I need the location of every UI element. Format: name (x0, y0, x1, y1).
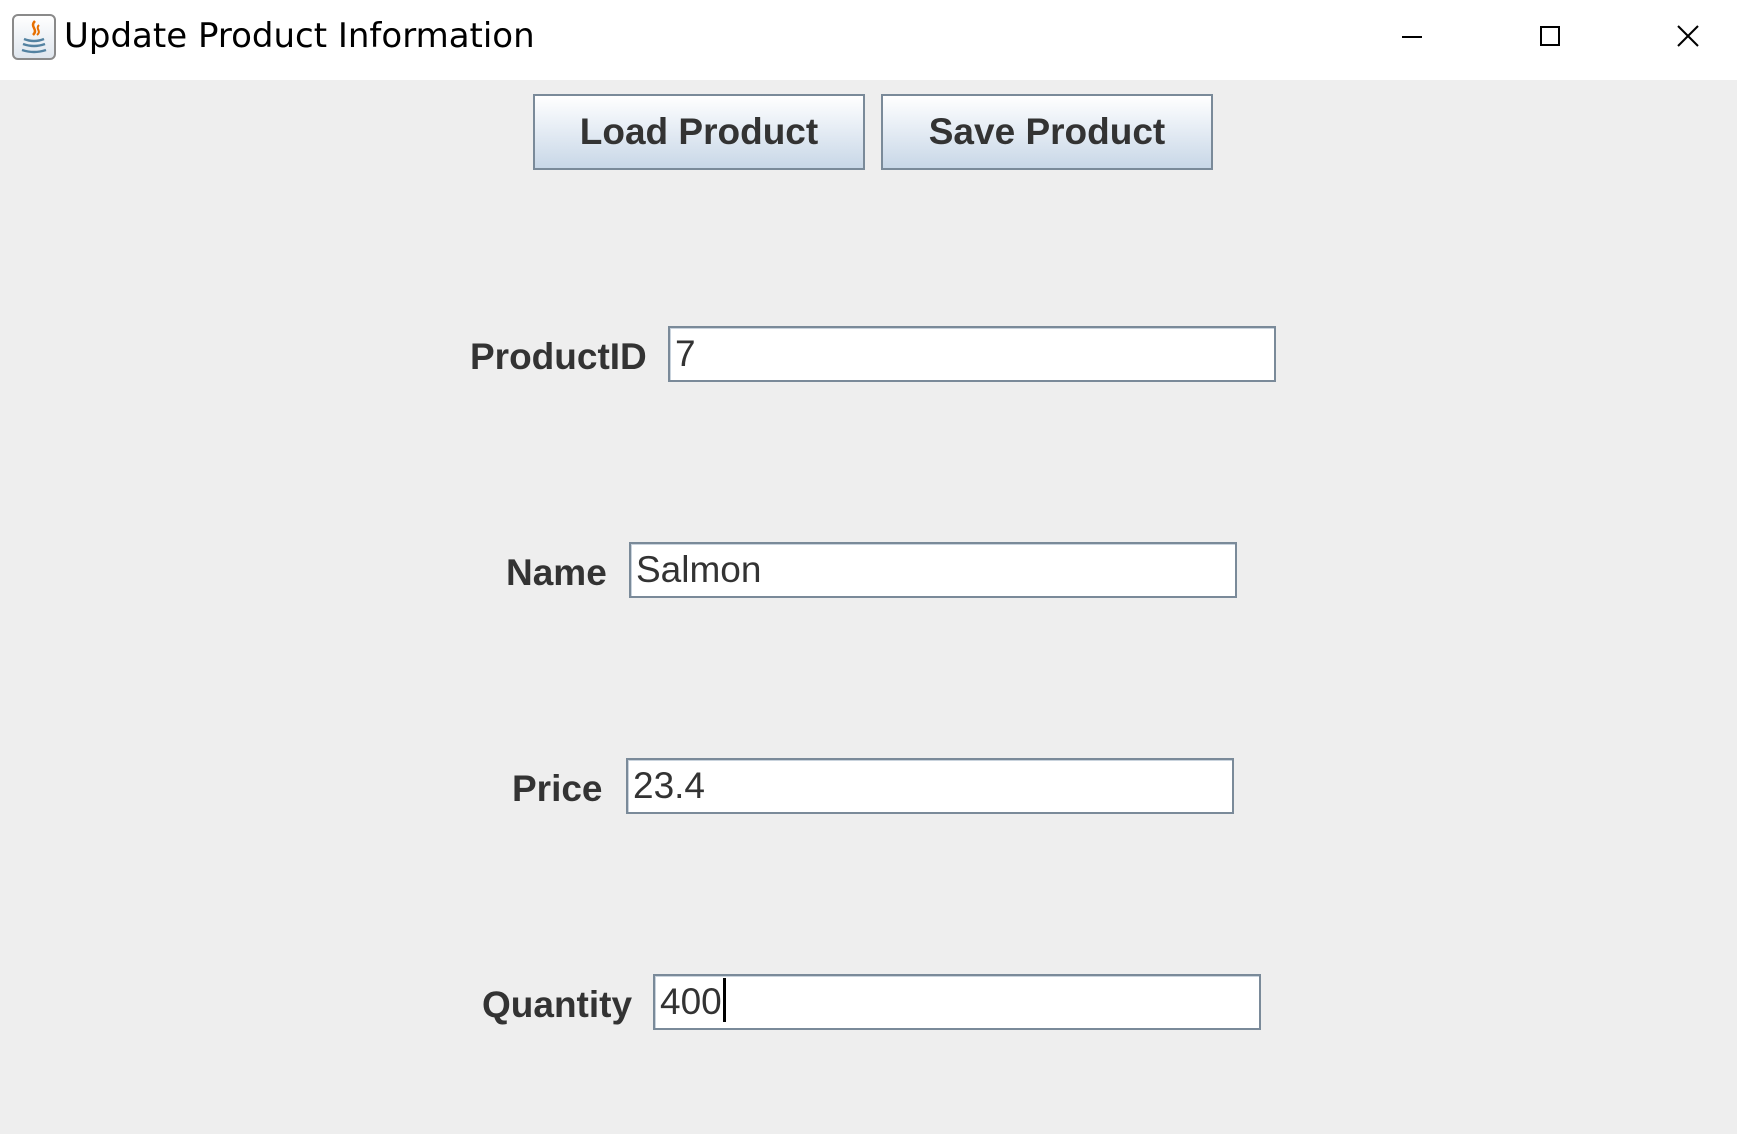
java-coffee-cup-icon[interactable] (12, 14, 56, 60)
text-caret (722, 978, 726, 1022)
load-product-button[interactable]: Load Product (533, 94, 865, 170)
app-window: Update Product Information Load Product … (0, 0, 1737, 1134)
window-title: Update Product Information (64, 16, 535, 56)
product-id-label: ProductID (470, 336, 647, 377)
quantity-field[interactable]: 400 (653, 974, 1261, 1030)
maximize-icon (1540, 26, 1560, 46)
quantity-label: Quantity (482, 984, 633, 1025)
save-product-button[interactable]: Save Product (881, 94, 1213, 170)
name-field[interactable]: Salmon (629, 542, 1237, 598)
name-label: Name (506, 552, 607, 593)
quantity-value: 400 (660, 981, 722, 1022)
minimize-button[interactable] (1343, 0, 1481, 74)
product-id-field[interactable]: 7 (668, 326, 1276, 382)
price-label: Price (512, 768, 603, 809)
close-button[interactable] (1619, 0, 1737, 74)
title-bar[interactable]: Update Product Information (0, 0, 1737, 80)
maximize-button[interactable] (1481, 0, 1619, 74)
minimize-icon (1402, 36, 1422, 38)
price-field[interactable]: 23.4 (626, 758, 1234, 814)
close-icon (1677, 25, 1699, 47)
